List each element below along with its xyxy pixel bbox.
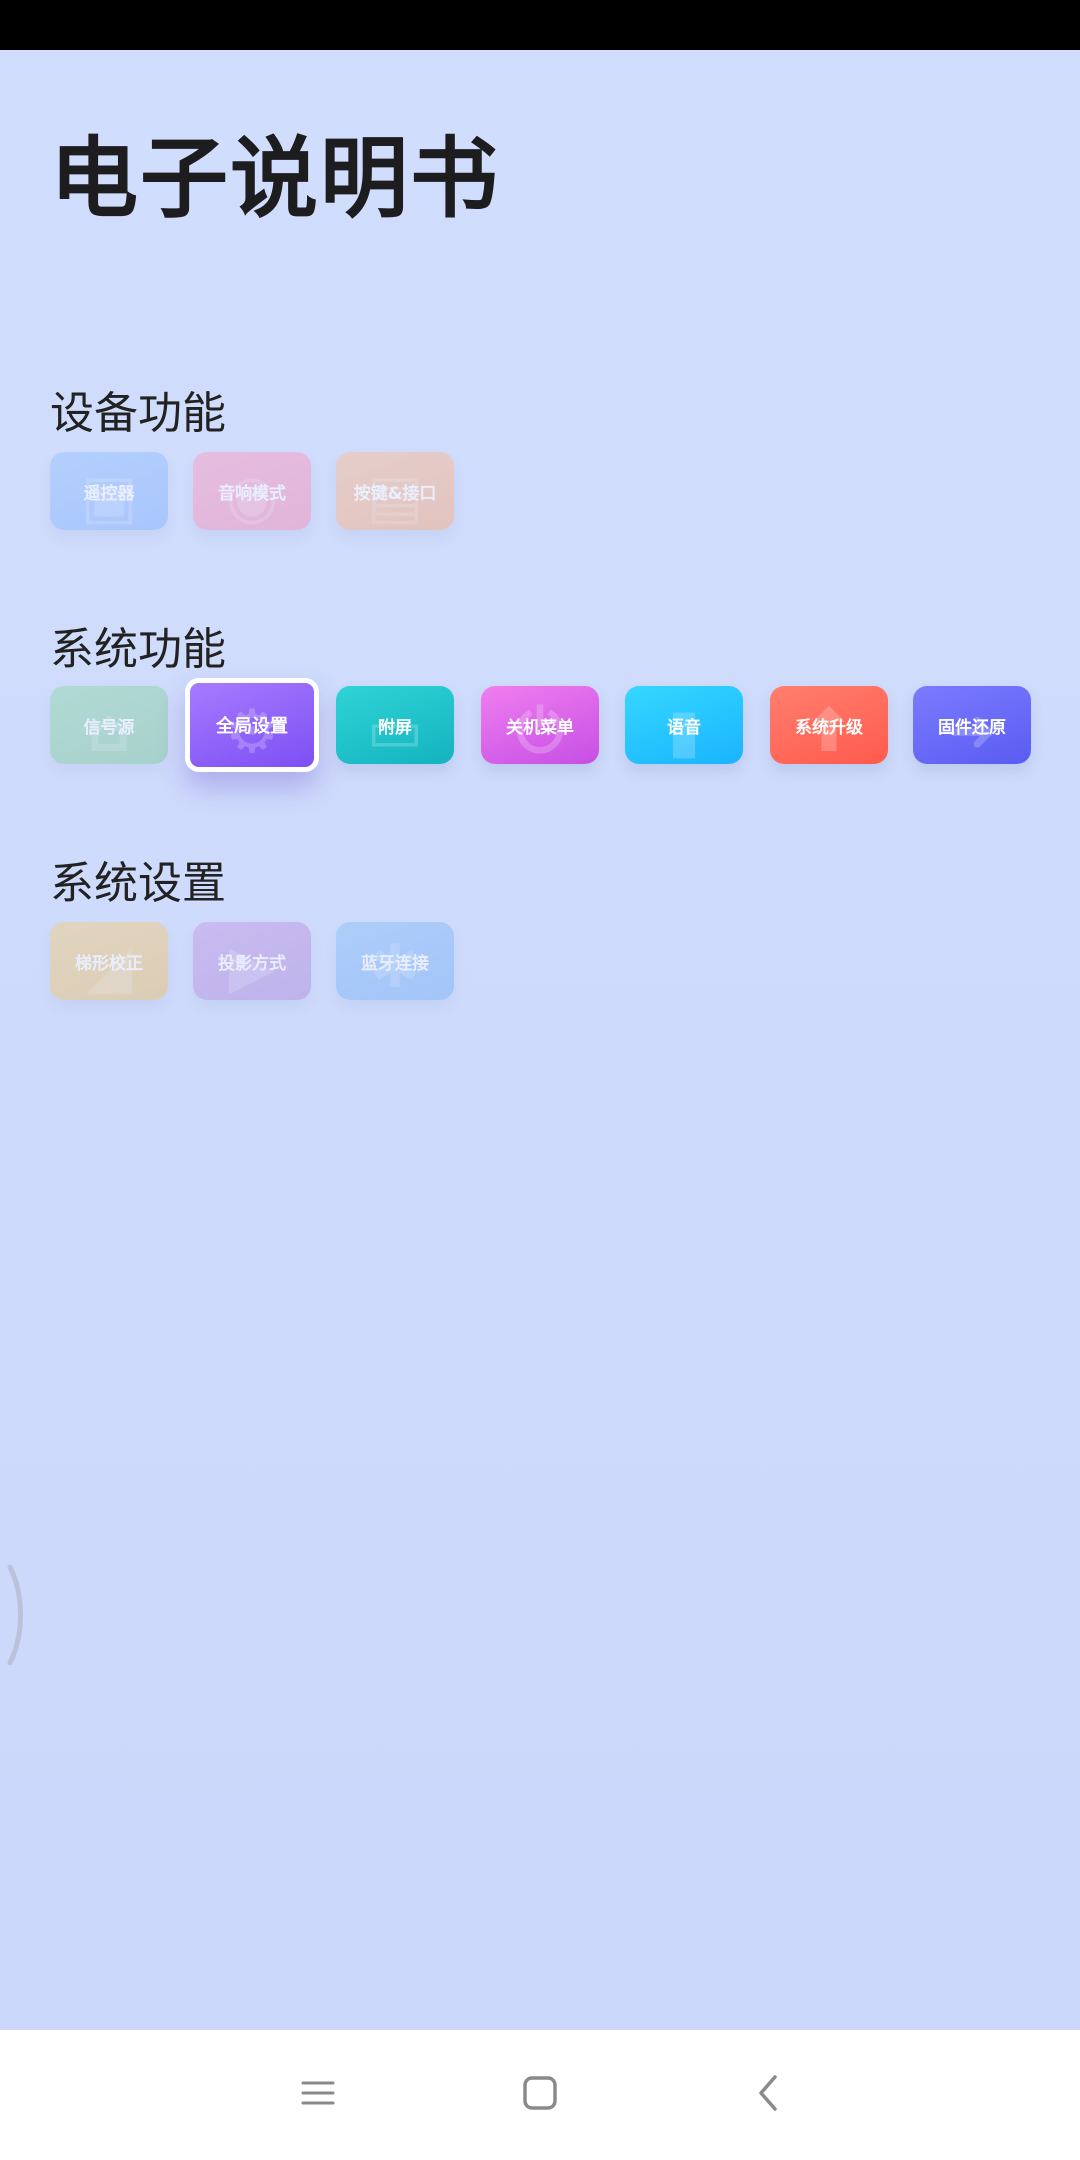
- section-title-system-functions: 系统功能: [50, 624, 226, 675]
- tile-label: 全局设置: [216, 716, 288, 737]
- tile-signal-source[interactable]: ⌂ 信号源: [50, 686, 168, 764]
- tile-label: 按键&接口: [353, 483, 437, 504]
- home-button[interactable]: [510, 2070, 570, 2120]
- tile-label: 语音: [667, 717, 701, 738]
- tile-label: 梯形校正: [75, 953, 143, 974]
- tile-label: 系统升级: [795, 717, 863, 738]
- section-title-device: 设备功能: [50, 388, 226, 439]
- tile-bluetooth[interactable]: ✱ 蓝牙连接: [336, 922, 454, 1000]
- system-nav-bar: [0, 2030, 1080, 2160]
- back-button[interactable]: [738, 2070, 798, 2120]
- tile-label: 蓝牙连接: [361, 953, 429, 974]
- tile-sound-mode[interactable]: ◉ 音响模式: [193, 452, 311, 530]
- tile-remote[interactable]: ▣ 遥控器: [50, 452, 168, 530]
- tile-voice[interactable]: ▮ 语音: [625, 686, 743, 764]
- page-title: 电子说明书: [50, 127, 501, 230]
- tile-keystone[interactable]: ◢ 梯形校正: [50, 922, 168, 1000]
- tile-system-upgrade[interactable]: ⬆ 系统升级: [770, 686, 888, 764]
- section-title-system-settings: 系统设置: [50, 858, 226, 909]
- status-bar: [0, 0, 1080, 50]
- home-icon: [522, 2075, 558, 2115]
- main-content: [0, 50, 1080, 2030]
- tile-global-settings[interactable]: ⚙ 全局设置: [185, 678, 319, 772]
- tile-projection-mode[interactable]: ▶ 投影方式: [193, 922, 311, 1000]
- tile-label: 附屏: [378, 717, 412, 738]
- tile-label: 投影方式: [218, 953, 286, 974]
- menu-button[interactable]: [288, 2070, 348, 2120]
- tile-label: 音响模式: [218, 483, 286, 504]
- tile-label: 关机菜单: [506, 717, 574, 738]
- edge-back-handle[interactable]: [6, 1564, 26, 1666]
- tile-label: 遥控器: [83, 483, 135, 504]
- tile-label: 固件还原: [938, 717, 1006, 738]
- back-icon: [753, 2073, 783, 2117]
- menu-icon: [300, 2078, 336, 2112]
- tile-label: 信号源: [83, 717, 135, 738]
- tile-power-menu[interactable]: ⏻ 关机菜单: [481, 686, 599, 764]
- tile-sub-screen[interactable]: ▭ 附屏: [336, 686, 454, 764]
- tile-keys-ports[interactable]: ▤ 按键&接口: [336, 452, 454, 530]
- tile-firmware-restore[interactable]: ➜ 固件还原: [913, 686, 1031, 764]
